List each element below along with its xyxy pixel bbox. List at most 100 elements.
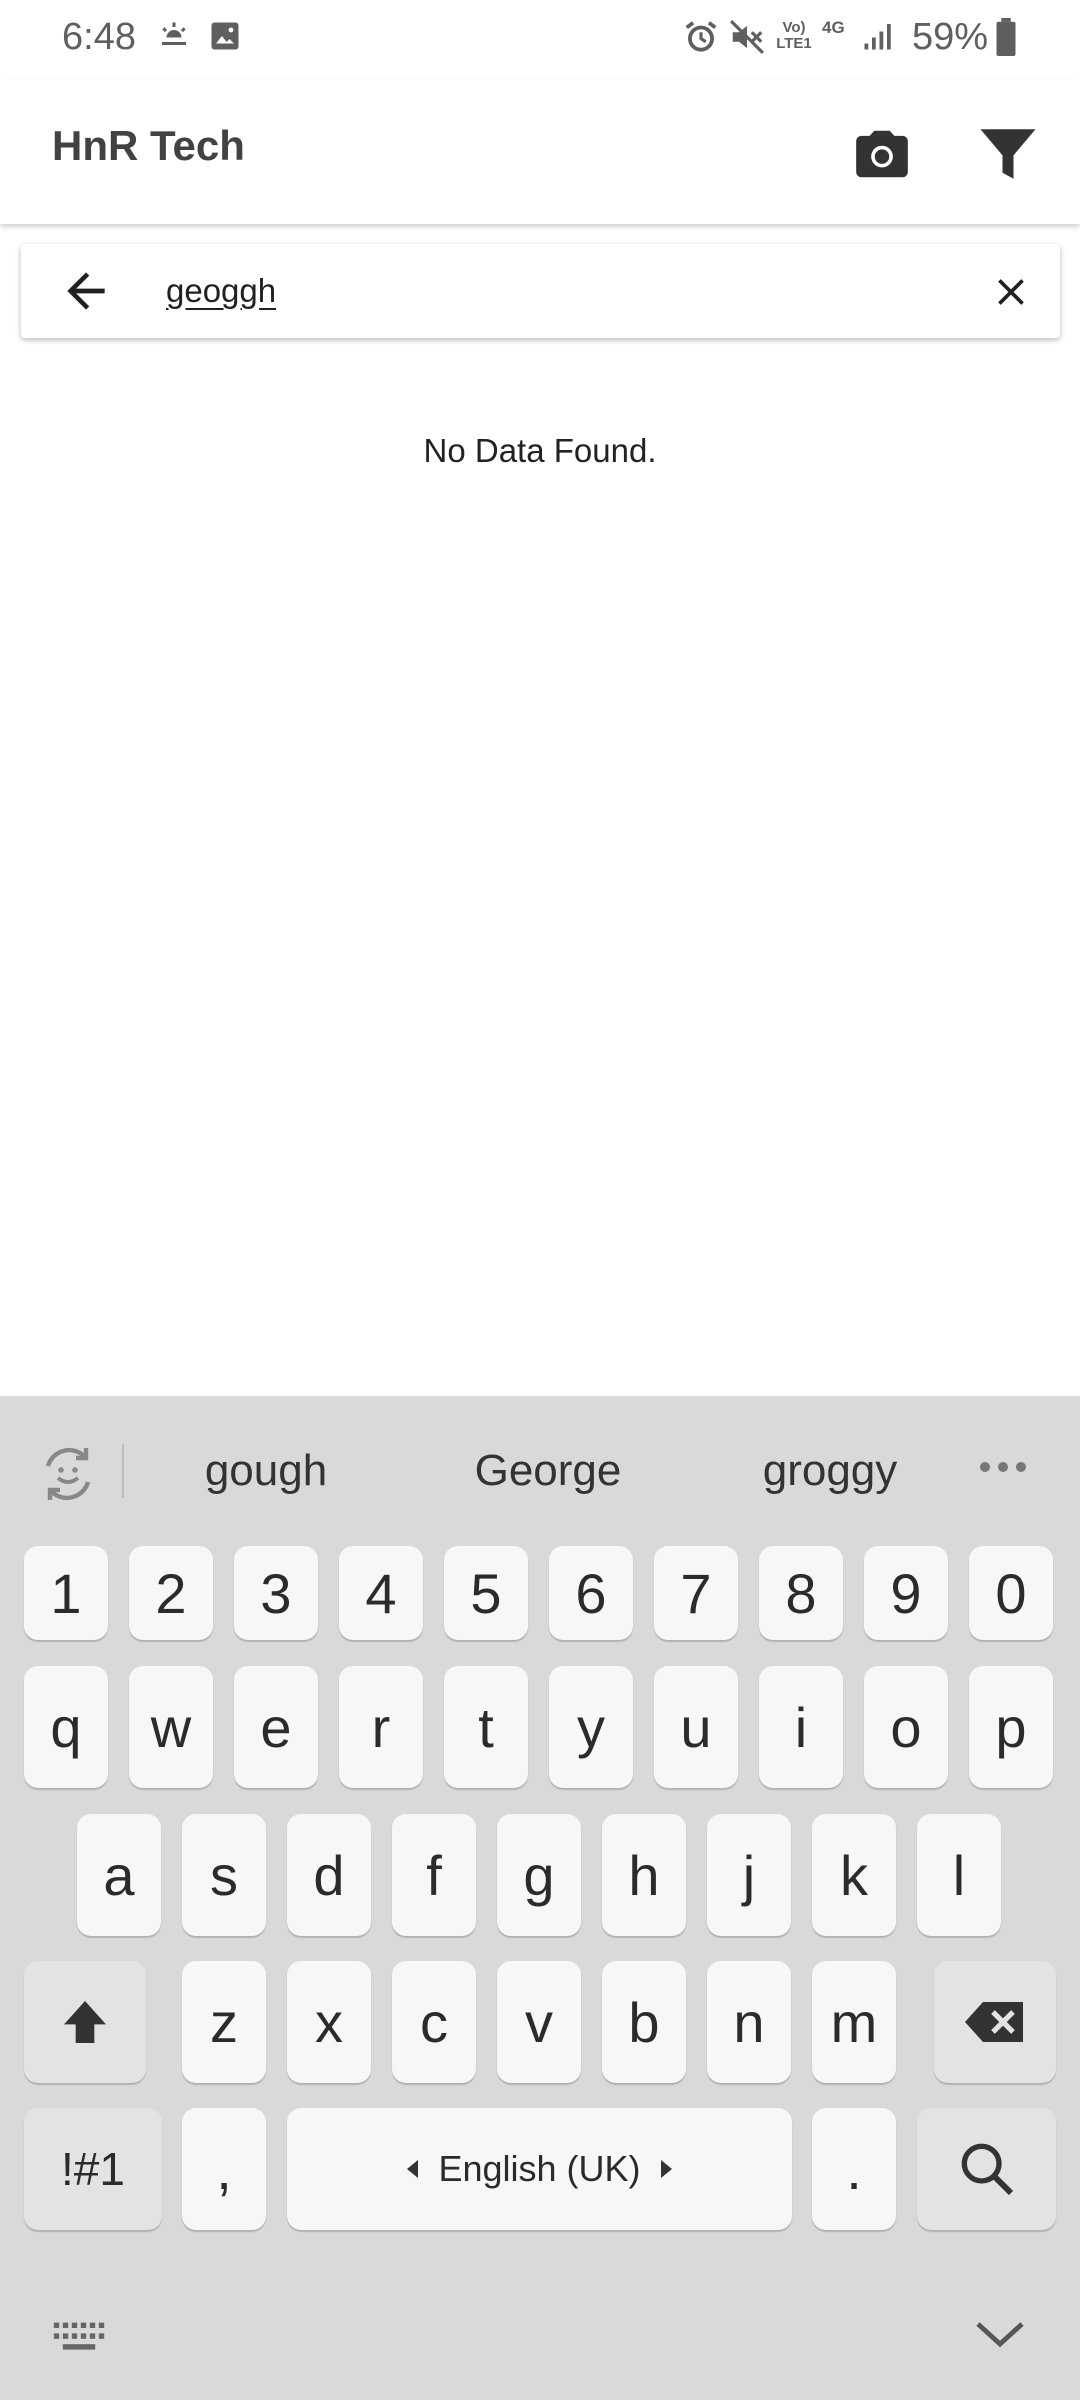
key-i[interactable]: i xyxy=(759,1666,843,1788)
status-time: 6:48 xyxy=(62,16,136,58)
backspace-key[interactable] xyxy=(934,1961,1056,2083)
clear-search-button[interactable] xyxy=(981,262,1041,322)
more-suggestions-button[interactable] xyxy=(980,1452,1036,1482)
key-label: x xyxy=(315,1990,343,2054)
key-label: n xyxy=(733,1990,765,2054)
key-o[interactable]: o xyxy=(864,1666,948,1788)
symbols-key[interactable]: !#1 xyxy=(24,2108,162,2230)
camera-button[interactable] xyxy=(842,114,922,194)
key-v[interactable]: v xyxy=(497,1961,581,2083)
space-language-label: English (UK) xyxy=(438,2148,641,2189)
key-label: z xyxy=(210,1990,238,2054)
search-icon xyxy=(961,2143,1013,2196)
camera-icon xyxy=(856,130,908,178)
close-icon xyxy=(998,279,1024,305)
key-g[interactable]: g xyxy=(497,1814,581,1936)
gallery-image-icon xyxy=(207,18,243,59)
back-button[interactable] xyxy=(53,258,119,324)
suggestion-3[interactable]: groggy xyxy=(700,1446,960,1496)
key-u[interactable]: u xyxy=(654,1666,738,1788)
key-3[interactable]: 3 xyxy=(234,1546,318,1640)
key-z[interactable]: z xyxy=(182,1961,266,2083)
key-label: l xyxy=(952,1843,966,1907)
key-b[interactable]: b xyxy=(602,1961,686,2083)
filter-icon xyxy=(980,129,1036,179)
key-label: 2 xyxy=(155,1561,187,1625)
key-e[interactable]: e xyxy=(234,1666,318,1788)
battery-icon xyxy=(994,18,1018,61)
signal-icon xyxy=(860,18,896,59)
key-label: c xyxy=(420,1990,448,2054)
key-d[interactable]: d xyxy=(287,1814,371,1936)
key-0[interactable]: 0 xyxy=(969,1546,1053,1640)
key-label: 6 xyxy=(575,1561,607,1625)
key-label: r xyxy=(371,1695,391,1759)
filter-button[interactable] xyxy=(968,114,1048,194)
key-m[interactable]: m xyxy=(812,1961,896,2083)
key-s[interactable]: s xyxy=(182,1814,266,1936)
key-9[interactable]: 9 xyxy=(864,1546,948,1640)
key-label: i xyxy=(794,1695,808,1759)
key-label: a xyxy=(103,1843,135,1907)
comma-key[interactable]: , xyxy=(182,2108,266,2230)
key-label: y xyxy=(577,1695,605,1759)
key-label: 9 xyxy=(890,1561,922,1625)
key-8[interactable]: 8 xyxy=(759,1546,843,1640)
key-label: b xyxy=(628,1990,660,2054)
search-key[interactable] xyxy=(917,2108,1056,2230)
suggestion-1[interactable]: gough xyxy=(136,1446,396,1496)
keyboard-switch-button[interactable] xyxy=(52,2320,106,2359)
key-label: d xyxy=(313,1843,345,1907)
key-r[interactable]: r xyxy=(339,1666,423,1788)
key-c[interactable]: c xyxy=(392,1961,476,2083)
key-k[interactable]: k xyxy=(812,1814,896,1936)
status-bar: 6:48 Vo) LTE1 4G 59% xyxy=(0,0,1080,80)
key-h[interactable]: h xyxy=(602,1814,686,1936)
suggestion-2[interactable]: George xyxy=(418,1446,678,1496)
battery-percent: 59% xyxy=(912,16,989,58)
network-type: 4G xyxy=(822,18,845,37)
app-title: HnR Tech xyxy=(52,122,245,169)
period-key[interactable]: . xyxy=(812,2108,896,2230)
key-q[interactable]: q xyxy=(24,1666,108,1788)
space-key[interactable]: English (UK) xyxy=(287,2108,792,2230)
key-1[interactable]: 1 xyxy=(24,1546,108,1640)
key-j[interactable]: j xyxy=(707,1814,791,1936)
chevron-down-icon xyxy=(976,2322,1024,2348)
key-5[interactable]: 5 xyxy=(444,1546,528,1640)
key-label: w xyxy=(150,1695,192,1759)
key-p[interactable]: p xyxy=(969,1666,1053,1788)
key-n[interactable]: n xyxy=(707,1961,791,2083)
shift-key[interactable] xyxy=(24,1961,146,2083)
language-prev-icon xyxy=(407,2160,419,2178)
key-label: t xyxy=(478,1695,494,1759)
search-input[interactable] xyxy=(166,262,946,320)
hide-keyboard-button[interactable] xyxy=(972,2314,1028,2359)
key-y[interactable]: y xyxy=(549,1666,633,1788)
suggestion-divider xyxy=(122,1444,124,1498)
key-6[interactable]: 6 xyxy=(549,1546,633,1640)
key-label: , xyxy=(216,2137,232,2201)
key-t[interactable]: t xyxy=(444,1666,528,1788)
suggestion-bar: gough George groggy xyxy=(0,1396,1080,1546)
key-label: 0 xyxy=(995,1561,1027,1625)
key-label: o xyxy=(890,1695,922,1759)
empty-results-message: No Data Found. xyxy=(423,432,657,469)
key-label: k xyxy=(840,1843,868,1907)
key-l[interactable]: l xyxy=(917,1814,1001,1936)
key-label: v xyxy=(525,1990,553,2054)
key-label: 8 xyxy=(785,1561,817,1625)
key-label: 1 xyxy=(50,1561,82,1625)
key-w[interactable]: w xyxy=(129,1666,213,1788)
key-7[interactable]: 7 xyxy=(654,1546,738,1640)
backspace-icon xyxy=(965,2002,1023,2042)
key-label: h xyxy=(628,1843,660,1907)
emoji-sync-button[interactable] xyxy=(36,1442,100,1506)
key-4[interactable]: 4 xyxy=(339,1546,423,1640)
key-a[interactable]: a xyxy=(77,1814,161,1936)
key-label: 3 xyxy=(260,1561,292,1625)
weather-sunrise-icon xyxy=(156,18,192,59)
key-x[interactable]: x xyxy=(287,1961,371,2083)
key-f[interactable]: f xyxy=(392,1814,476,1936)
key-2[interactable]: 2 xyxy=(129,1546,213,1640)
